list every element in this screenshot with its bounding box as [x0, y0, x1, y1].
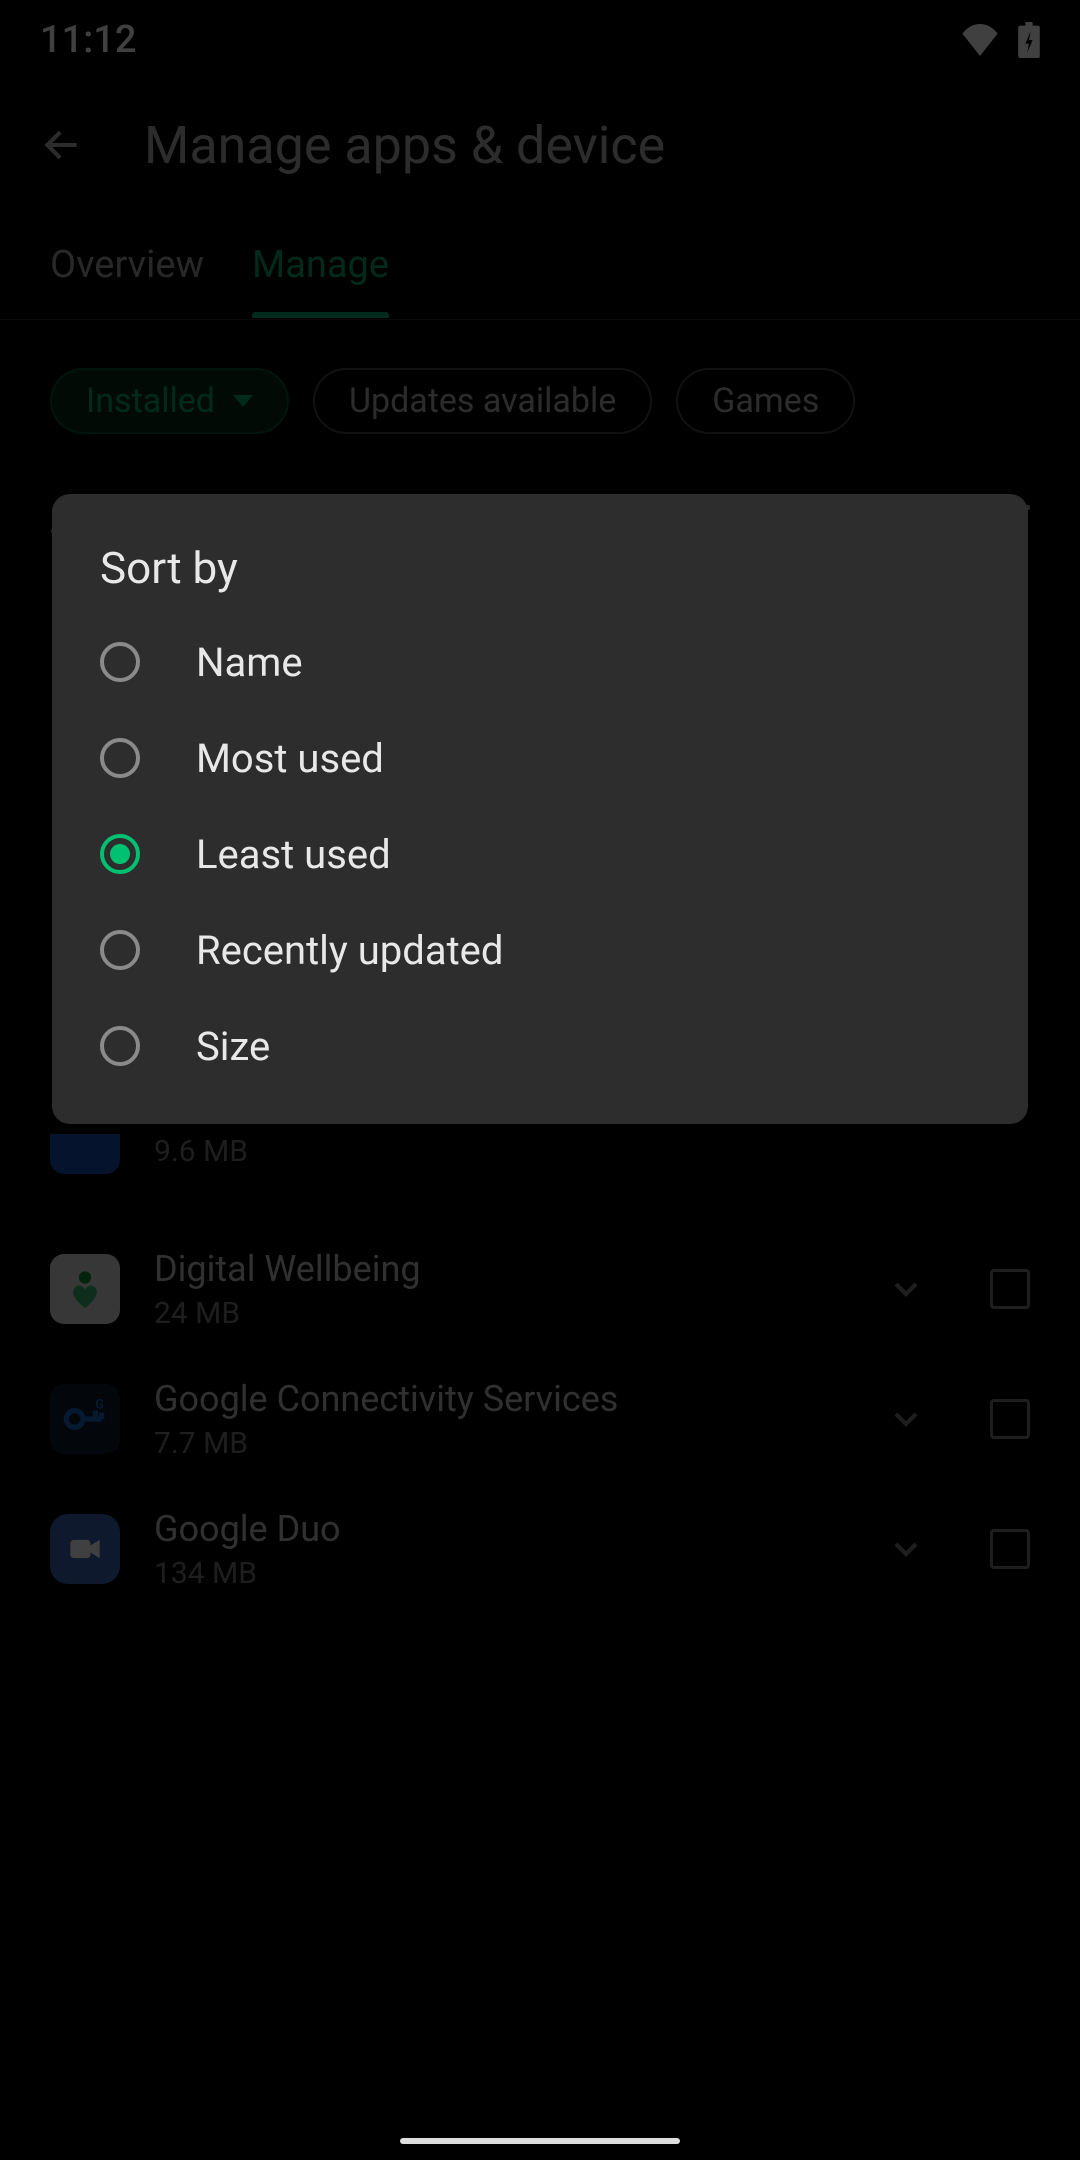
- radio-selected-icon: [100, 834, 140, 874]
- option-label: Name: [196, 639, 303, 686]
- radio-icon: [100, 642, 140, 682]
- sort-option-least-used[interactable]: Least used: [52, 806, 1028, 902]
- radio-icon: [100, 1026, 140, 1066]
- option-label: Least used: [196, 831, 391, 878]
- dialog-title: Sort by: [52, 542, 1028, 614]
- option-label: Most used: [196, 735, 384, 782]
- sort-option-size[interactable]: Size: [52, 998, 1028, 1094]
- option-label: Size: [196, 1023, 270, 1070]
- gesture-nav-indicator: [400, 2138, 680, 2144]
- sort-dialog: Sort by Name Most used Least used Recent…: [52, 494, 1028, 1124]
- radio-icon: [100, 738, 140, 778]
- sort-option-most-used[interactable]: Most used: [52, 710, 1028, 806]
- sort-option-name[interactable]: Name: [52, 614, 1028, 710]
- option-label: Recently updated: [196, 927, 503, 974]
- sort-option-recently-updated[interactable]: Recently updated: [52, 902, 1028, 998]
- radio-icon: [100, 930, 140, 970]
